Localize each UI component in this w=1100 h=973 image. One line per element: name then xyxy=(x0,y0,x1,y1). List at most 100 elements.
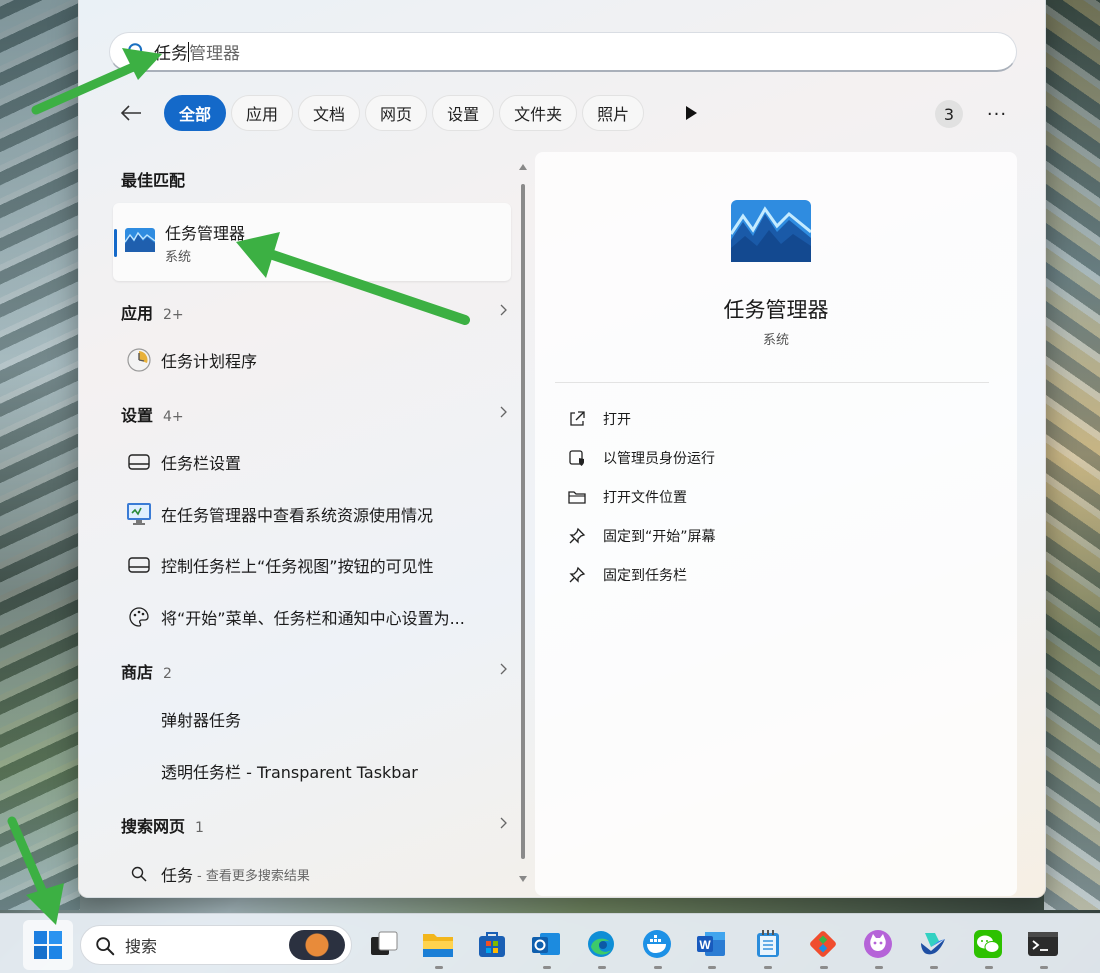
web-search-result[interactable]: 任务 - 查看更多搜索结果 xyxy=(125,854,310,894)
terminal-icon[interactable] xyxy=(1027,928,1059,960)
filter-chip-web[interactable]: 网页 xyxy=(365,95,428,131)
notepad-icon[interactable] xyxy=(752,928,784,960)
action-open[interactable]: 打开 xyxy=(567,404,631,434)
filter-bar: 全部 应用 文档 网页 设置 文件夹 照片 xyxy=(115,95,649,131)
search-input[interactable]: 任务 管理器 xyxy=(109,32,1017,72)
preview-pane: 任务管理器 系统 打开 以管理员身份运行 打开文件位置 固定到“开始”屏幕 固定… xyxy=(535,152,1017,896)
running-indicator xyxy=(930,966,938,969)
filter-chip-all[interactable]: 全部 xyxy=(164,95,227,131)
action-label: 固定到“开始”屏幕 xyxy=(603,529,716,545)
scroll-down-icon[interactable] xyxy=(519,874,527,884)
back-button[interactable] xyxy=(115,97,147,129)
taskbar-search-label: 搜索 xyxy=(125,937,158,956)
action-label: 打开文件位置 xyxy=(603,490,687,506)
action-open-file-location[interactable]: 打开文件位置 xyxy=(567,482,687,512)
store-result-item[interactable]: 弹射器任务 xyxy=(125,699,241,739)
chevron-right-icon[interactable] xyxy=(497,304,509,316)
running-indicator xyxy=(435,966,443,969)
setting-result-taskbar-settings[interactable]: 任务栏设置 xyxy=(125,442,241,482)
running-indicator xyxy=(598,966,606,969)
filter-chip-apps[interactable]: 应用 xyxy=(231,95,294,131)
results-scrollbar[interactable] xyxy=(519,162,527,884)
store-section-heading[interactable]: 商店 2 xyxy=(121,659,172,683)
action-label: 固定到任务栏 xyxy=(603,568,687,584)
running-indicator xyxy=(875,966,883,969)
web-search-query: 任务 xyxy=(161,866,194,885)
taskbar-setting-icon xyxy=(125,551,153,579)
more-options-button[interactable]: ··· xyxy=(983,100,1011,128)
word-icon[interactable]: W xyxy=(695,928,727,960)
preview-divider xyxy=(555,382,989,383)
app-result-label: 任务计划程序 xyxy=(161,352,258,371)
task-view-icon[interactable] xyxy=(368,928,400,960)
chevron-right-icon[interactable] xyxy=(497,817,509,829)
start-button[interactable] xyxy=(23,920,73,970)
chevron-right-icon[interactable] xyxy=(497,406,509,418)
search-icon xyxy=(125,860,153,888)
web-section-heading[interactable]: 搜索网页 1 xyxy=(121,813,204,837)
store-section-label: 商店 xyxy=(121,663,154,682)
store-result-label: 透明任务栏 - Transparent Taskbar xyxy=(161,763,418,782)
action-pin-to-start[interactable]: 固定到“开始”屏幕 xyxy=(567,521,716,551)
search-query-autocomplete: 管理器 xyxy=(189,44,240,64)
desktop-wallpaper-left xyxy=(0,0,80,910)
svg-text:W: W xyxy=(699,938,711,952)
setting-result-label: 控制任务栏上“任务视图”按钮的可见性 xyxy=(161,557,434,576)
palette-icon xyxy=(125,603,153,631)
taskbar-setting-icon xyxy=(125,448,153,476)
cat-app-icon[interactable] xyxy=(862,928,894,960)
setting-result-label: 在任务管理器中查看系统资源使用情况 xyxy=(161,506,434,525)
search-icon xyxy=(128,43,147,62)
file-explorer-icon[interactable] xyxy=(422,928,454,960)
shield-icon xyxy=(567,448,587,468)
rewards-count-badge[interactable]: 3 xyxy=(935,100,963,128)
store-result-item[interactable]: 透明任务栏 - Transparent Taskbar xyxy=(125,751,418,791)
chevron-right-icon[interactable] xyxy=(497,663,509,675)
web-section-count: 1 xyxy=(195,820,204,836)
best-match-item[interactable]: 任务管理器 系统 xyxy=(113,203,511,281)
apps-section-heading[interactable]: 应用 2+ xyxy=(121,300,184,324)
running-indicator xyxy=(1040,966,1048,969)
scrollbar-thumb[interactable] xyxy=(521,184,525,859)
desktop-wallpaper-right xyxy=(1044,0,1100,910)
setting-result-personalize-colors[interactable]: 将“开始”菜单、任务栏和通知中心设置为... xyxy=(125,597,465,637)
taskbar-search-box[interactable]: 搜索 xyxy=(80,925,352,965)
docker-icon[interactable] xyxy=(641,928,673,960)
best-match-name: 任务管理器 xyxy=(165,224,246,243)
feishu-icon[interactable] xyxy=(917,928,949,960)
settings-section-label: 设置 xyxy=(121,406,154,425)
action-run-as-admin[interactable]: 以管理员身份运行 xyxy=(567,443,715,473)
running-indicator xyxy=(708,966,716,969)
action-label: 打开 xyxy=(603,412,631,428)
microsoft-store-icon[interactable] xyxy=(476,928,508,960)
task-manager-icon xyxy=(125,228,155,252)
more-filters-play-icon[interactable] xyxy=(683,105,699,121)
wechat-icon[interactable] xyxy=(972,928,1004,960)
search-query-typed: 任务 xyxy=(154,44,188,64)
action-pin-to-taskbar[interactable]: 固定到任务栏 xyxy=(567,560,687,590)
filter-chip-photos[interactable]: 照片 xyxy=(582,95,645,131)
running-indicator xyxy=(764,966,772,969)
app-result-task-scheduler[interactable]: 任务计划程序 xyxy=(125,340,257,380)
running-indicator xyxy=(985,966,993,969)
settings-section-heading[interactable]: 设置 4+ xyxy=(121,402,184,426)
selection-indicator xyxy=(114,229,117,257)
setting-result-view-resources[interactable]: 在任务管理器中查看系统资源使用情况 xyxy=(125,494,433,534)
windows-logo-icon xyxy=(34,931,62,959)
best-match-heading: 最佳匹配 xyxy=(121,171,186,190)
scroll-up-icon[interactable] xyxy=(519,162,527,172)
settings-section-count: 4+ xyxy=(163,409,184,425)
setting-result-label: 任务栏设置 xyxy=(161,454,242,473)
edge-browser-icon[interactable] xyxy=(585,928,617,960)
filter-chip-folders[interactable]: 文件夹 xyxy=(499,95,578,131)
outlook-icon[interactable] xyxy=(530,928,562,960)
running-indicator xyxy=(820,966,828,969)
best-match-category: 系统 xyxy=(165,250,192,265)
filter-chip-documents[interactable]: 文档 xyxy=(298,95,361,131)
running-indicator xyxy=(543,966,551,969)
setting-result-task-view-visibility[interactable]: 控制任务栏上“任务视图”按钮的可见性 xyxy=(125,545,434,585)
filter-chip-settings[interactable]: 设置 xyxy=(432,95,495,131)
setting-result-label: 将“开始”菜单、任务栏和通知中心设置为... xyxy=(161,609,465,628)
folder-icon xyxy=(567,487,587,507)
git-client-icon[interactable] xyxy=(807,928,839,960)
